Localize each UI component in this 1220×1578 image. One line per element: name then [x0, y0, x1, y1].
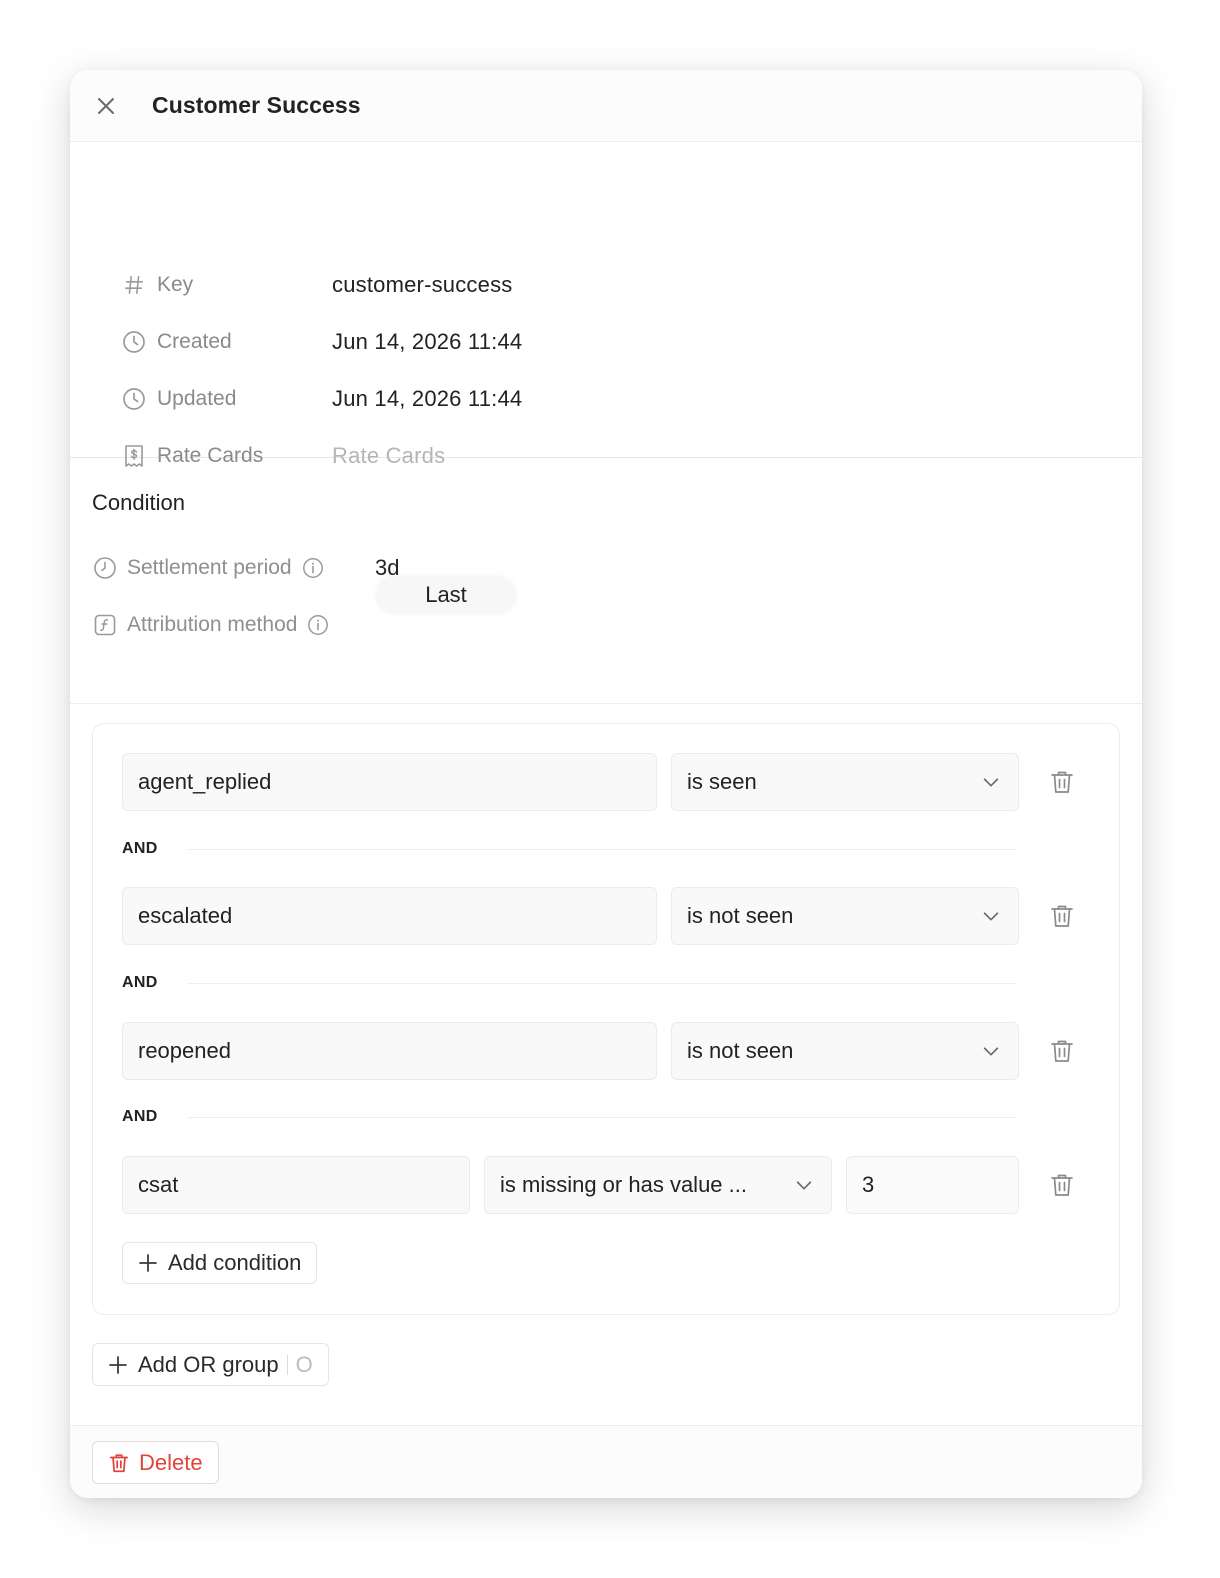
plus-icon — [139, 1254, 157, 1272]
meta-row-updated: Updated Jun 14, 2026 11:44 — [122, 383, 522, 415]
chevron-down-icon — [796, 1181, 812, 1190]
info-icon[interactable] — [307, 614, 329, 636]
panel-footer: Delete — [70, 1425, 1142, 1498]
add-or-group-label: Add OR group — [138, 1351, 279, 1377]
delete-label: Delete — [139, 1449, 203, 1475]
trash-icon[interactable] — [1048, 1037, 1076, 1065]
meta-value: Jun 14, 2026 11:44 — [332, 329, 523, 354]
keyboard-shortcut: O — [286, 1352, 313, 1377]
attribution-method-row: Attribution method — [92, 608, 329, 642]
meta-section: Key customer-success Created Jun 14, 202… — [70, 142, 1142, 468]
info-icon[interactable] — [302, 557, 324, 579]
settlement-period-label: Settlement period — [127, 556, 292, 579]
chevron-down-icon — [983, 1047, 999, 1056]
event-field-input[interactable]: escalated — [122, 887, 657, 945]
clock-icon — [122, 330, 146, 354]
divider — [187, 849, 1017, 850]
add-condition-button[interactable]: Add condition — [122, 1242, 318, 1284]
operator-value: is not seen — [687, 903, 794, 928]
divider — [187, 983, 1017, 984]
hash-icon — [122, 273, 146, 297]
clock-icon — [122, 387, 146, 411]
close-icon[interactable] — [94, 94, 118, 118]
panel-header: Customer Success — [70, 70, 1142, 142]
trash-icon[interactable] — [1048, 902, 1076, 930]
operator-select[interactable]: is missing or has value ... — [484, 1156, 832, 1214]
meta-label: Updated — [157, 387, 237, 410]
settlement-period-row: Settlement period — [92, 551, 324, 585]
and-label: AND — [122, 974, 158, 991]
and-label: AND — [122, 840, 158, 857]
event-field-input[interactable]: reopened — [122, 1022, 657, 1080]
trash-icon[interactable] — [1048, 1171, 1076, 1199]
condition-section: Condition Settlement period 3d Attributi… — [70, 458, 1142, 704]
section-title: Condition — [92, 490, 185, 515]
and-condition-group: agent_replied is seen AND escalated is n… — [92, 723, 1120, 1315]
chevron-down-icon — [983, 778, 999, 787]
trash-icon — [109, 1453, 129, 1472]
add-condition-label: Add condition — [168, 1250, 302, 1275]
operator-value: is not seen — [687, 1038, 794, 1063]
meta-row-key: Key customer-success — [122, 269, 512, 301]
customer-success-panel: Customer Success Key customer-success Cr… — [70, 70, 1142, 1498]
condition-value-input[interactable]: 3 — [846, 1156, 1019, 1214]
event-field-input[interactable]: agent_replied — [122, 753, 657, 811]
meta-row-created: Created Jun 14, 2026 11:44 — [122, 326, 522, 358]
trash-icon[interactable] — [1048, 768, 1076, 796]
divider — [187, 1117, 1017, 1118]
page-title: Customer Success — [152, 92, 361, 118]
attribution-method-label: Attribution method — [127, 613, 298, 636]
meta-value: customer-success — [332, 272, 513, 297]
operator-value: is seen — [687, 769, 757, 794]
and-label: AND — [122, 1108, 158, 1125]
delete-button[interactable]: Delete — [92, 1441, 219, 1484]
meta-value: Jun 14, 2026 11:44 — [332, 386, 523, 411]
operator-select[interactable]: is seen — [671, 753, 1019, 811]
event-field-input[interactable]: csat — [122, 1156, 470, 1214]
attribution-method-select[interactable]: Last — [376, 576, 516, 614]
operator-select[interactable]: is not seen — [671, 1022, 1019, 1080]
meta-label: Key — [157, 273, 194, 296]
operator-select[interactable]: is not seen — [671, 887, 1019, 945]
operator-value: is missing or has value ... — [500, 1172, 747, 1197]
chevron-down-icon — [983, 912, 999, 921]
meta-label: Created — [157, 330, 232, 353]
plus-icon — [109, 1355, 127, 1374]
add-or-group-button[interactable]: Add OR group O — [92, 1343, 329, 1386]
function-icon — [92, 612, 118, 638]
clock-icon — [92, 555, 118, 581]
